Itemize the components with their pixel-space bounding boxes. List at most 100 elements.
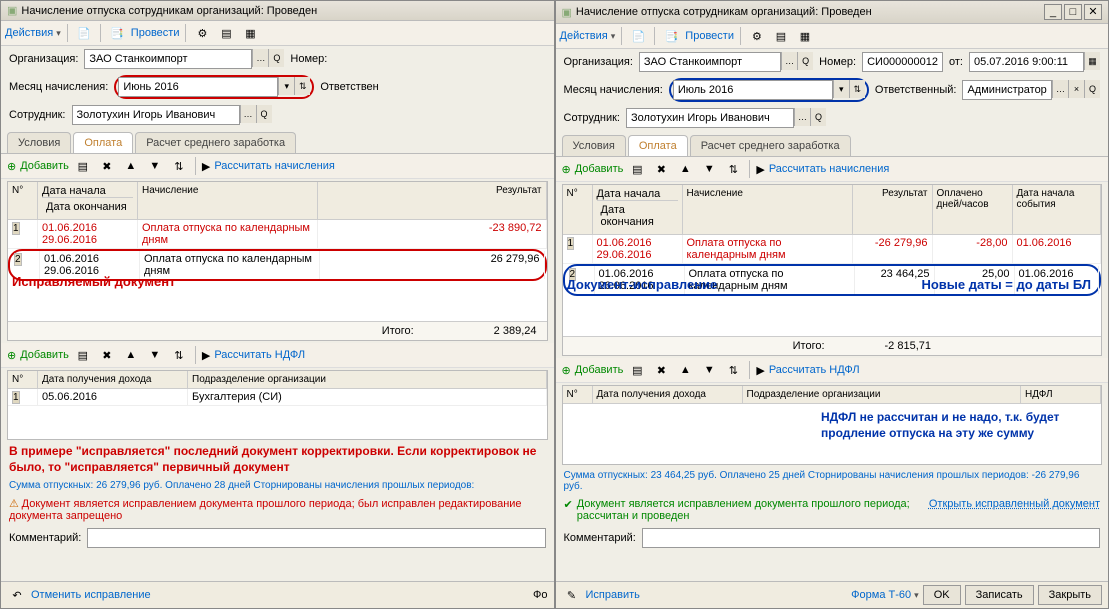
grid2-tool3[interactable]: ▲	[675, 360, 695, 380]
org-select-btn[interactable]: …	[781, 52, 797, 70]
tab-avg[interactable]: Расчет среднего заработка	[690, 135, 851, 156]
resp-open-btn[interactable]: Q	[1084, 80, 1100, 98]
calc-icon[interactable]: ▶	[756, 163, 764, 176]
org-select-btn[interactable]: …	[252, 49, 268, 67]
grid2-tool2[interactable]: ✖	[651, 360, 671, 380]
table-row[interactable]: 1 01.06.2016 29.06.2016 Оплата отпуска п…	[563, 235, 1102, 264]
emp-clear-btn[interactable]: Q	[256, 105, 272, 123]
cancel-fix-icon[interactable]: ↶	[7, 585, 27, 605]
emp-select-btn[interactable]: …	[794, 108, 810, 126]
th2-date: Дата получения дохода	[38, 371, 188, 388]
grid2-tool5[interactable]: ⇅	[723, 360, 743, 380]
month-spin-btn[interactable]: ⇅	[849, 80, 865, 98]
save-button[interactable]: Записать	[965, 585, 1034, 605]
add-link2[interactable]: Добавить	[575, 364, 624, 376]
grid2-tool4[interactable]: ▼	[145, 345, 165, 365]
add-icon[interactable]: ⊕	[562, 163, 571, 176]
open-fixed-link[interactable]: Открыть исправленный документ	[929, 498, 1100, 510]
grid2-tool4[interactable]: ▼	[699, 360, 719, 380]
emp-clear-btn[interactable]: Q	[810, 108, 826, 126]
date-cal-btn[interactable]: ▦	[1084, 52, 1100, 70]
actions-menu[interactable]: Действия ▾	[560, 30, 616, 42]
grid-tool1[interactable]: ▤	[627, 159, 647, 179]
fix-link[interactable]: Исправить	[586, 589, 640, 601]
add-link2[interactable]: Добавить	[20, 349, 69, 361]
calc-accr-link[interactable]: Рассчитать начисления	[769, 163, 890, 175]
minimize-btn[interactable]: _	[1044, 4, 1062, 20]
calc-accr-link[interactable]: Рассчитать начисления	[214, 160, 335, 172]
resp-input[interactable]: Администратор	[962, 80, 1052, 100]
grid-tool2[interactable]: ✖	[651, 159, 671, 179]
maximize-btn[interactable]: □	[1064, 4, 1082, 20]
tab-payment[interactable]: Оплата	[73, 132, 133, 153]
num-input[interactable]: СИ000000012	[862, 52, 943, 72]
list-icon[interactable]: ▤	[771, 26, 791, 46]
grid2-tool3[interactable]: ▲	[121, 345, 141, 365]
new-icon[interactable]: 📄	[74, 23, 94, 43]
add-icon2[interactable]: ⊕	[562, 364, 571, 377]
emp-input[interactable]: Золотухин Игорь Иванович	[72, 105, 240, 125]
list-icon[interactable]: ▤	[216, 23, 236, 43]
tree-icon[interactable]: ▦	[240, 23, 260, 43]
close-button[interactable]: Закрыть	[1038, 585, 1102, 605]
add-link[interactable]: Добавить	[575, 163, 624, 175]
add-link[interactable]: Добавить	[20, 160, 69, 172]
total-label: Итого:	[382, 325, 414, 337]
close-btn[interactable]: ✕	[1084, 4, 1102, 20]
new-icon[interactable]: 📄	[628, 26, 648, 46]
fix-icon[interactable]: ✎	[562, 585, 582, 605]
emp-select-btn[interactable]: …	[240, 105, 256, 123]
calc-icon2[interactable]: ▶	[202, 349, 210, 362]
date-input[interactable]: 05.07.2016 9:00:11	[969, 52, 1084, 72]
month-input[interactable]: Июль 2016	[673, 80, 833, 100]
resp-clear-btn[interactable]: ×	[1068, 80, 1084, 98]
resp-select-btn[interactable]: …	[1052, 80, 1068, 98]
calc-icon2[interactable]: ▶	[756, 364, 764, 377]
grid2-tool2[interactable]: ✖	[97, 345, 117, 365]
post-icon[interactable]: 📑	[107, 23, 127, 43]
org-clear-btn[interactable]: Q	[797, 52, 813, 70]
grid-tool5[interactable]: ⇅	[169, 156, 189, 176]
month-dd-btn[interactable]: ▾	[278, 77, 294, 95]
grid-tool5[interactable]: ⇅	[723, 159, 743, 179]
table-row[interactable]: 1 01.06.2016 29.06.2016 Оплата отпуска п…	[8, 220, 547, 249]
ok-button[interactable]: OK	[923, 585, 961, 605]
month-input[interactable]: Июнь 2016	[118, 77, 278, 97]
org-input[interactable]: ЗАО Станкоимпорт	[84, 49, 252, 69]
tab-conditions[interactable]: Условия	[562, 135, 626, 156]
emp-input[interactable]: Золотухин Игорь Иванович	[626, 108, 794, 128]
org-input[interactable]: ЗАО Станкоимпорт	[639, 52, 781, 72]
grid-tool4[interactable]: ▼	[699, 159, 719, 179]
post-link[interactable]: Провести	[685, 30, 734, 42]
add-icon[interactable]: ⊕	[7, 160, 16, 173]
month-spin-btn[interactable]: ⇅	[294, 77, 310, 95]
tree-icon[interactable]: ▦	[795, 26, 815, 46]
grid-tool3[interactable]: ▲	[121, 156, 141, 176]
form-link[interactable]: Форма Т-60 ▾	[851, 589, 919, 601]
actions-menu[interactable]: Действия ▾	[5, 27, 61, 39]
grid-tool4[interactable]: ▼	[145, 156, 165, 176]
grid-tool1[interactable]: ▤	[73, 156, 93, 176]
cancel-fix-link[interactable]: Отменить исправление	[31, 589, 151, 601]
tab-payment[interactable]: Оплата	[628, 135, 688, 156]
tool-icon[interactable]: ⚙	[747, 26, 767, 46]
calc-icon[interactable]: ▶	[202, 160, 210, 173]
grid-tool3[interactable]: ▲	[675, 159, 695, 179]
tab-conditions[interactable]: Условия	[7, 132, 71, 153]
post-link[interactable]: Провести	[131, 27, 180, 39]
comment-input[interactable]	[642, 528, 1100, 548]
tab-avg[interactable]: Расчет среднего заработка	[135, 132, 296, 153]
calc-ndfl-link[interactable]: Рассчитать НДФЛ	[769, 364, 860, 376]
calc-ndfl-link[interactable]: Рассчитать НДФЛ	[214, 349, 305, 361]
table-row[interactable]: 1 05.06.2016 Бухгалтерия (СИ)	[8, 389, 547, 406]
comment-input[interactable]	[87, 528, 545, 548]
grid2-tool1[interactable]: ▤	[73, 345, 93, 365]
grid2-tool1[interactable]: ▤	[627, 360, 647, 380]
grid-tool2[interactable]: ✖	[97, 156, 117, 176]
tool-icon[interactable]: ⚙	[192, 23, 212, 43]
org-clear-btn[interactable]: Q	[268, 49, 284, 67]
add-icon2[interactable]: ⊕	[7, 349, 16, 362]
post-icon[interactable]: 📑	[661, 26, 681, 46]
grid2-tool5[interactable]: ⇅	[169, 345, 189, 365]
month-dd-btn[interactable]: ▾	[833, 80, 849, 98]
